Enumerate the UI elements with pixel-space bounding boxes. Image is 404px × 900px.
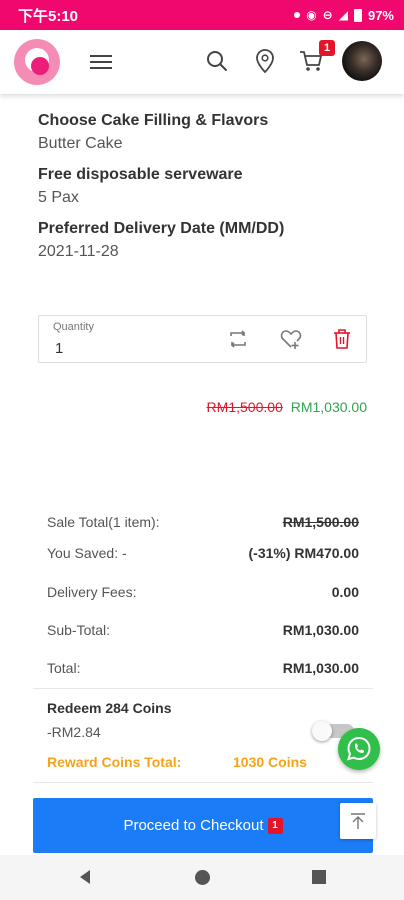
eye-icon: ◉ xyxy=(306,8,317,22)
total-label: Total: xyxy=(47,660,81,676)
refresh-icon[interactable] xyxy=(227,328,249,350)
hamburger-menu-icon[interactable] xyxy=(90,51,112,73)
sale-total-value: RM1,500.00 xyxy=(282,514,359,530)
status-time: 下午5:10 xyxy=(18,7,79,25)
reward-coins-value: 1030 Coins xyxy=(233,754,307,770)
total-value: RM1,030.00 xyxy=(282,660,359,676)
redeem-coins-amount: -RM2.84 xyxy=(47,724,101,740)
delivery-fees-value: 0.00 xyxy=(331,584,359,600)
serveware-value: 5 Pax xyxy=(38,189,79,206)
user-avatar[interactable] xyxy=(342,41,382,81)
app-header: 1 xyxy=(0,30,404,94)
battery-icon xyxy=(353,8,362,22)
status-icons: ◉ ⊖ ◢ 97% xyxy=(294,8,394,23)
quantity-field[interactable]: Quantity 1 xyxy=(38,315,367,363)
add-to-wishlist-icon[interactable] xyxy=(280,328,302,350)
quantity-label: Quantity xyxy=(53,321,94,333)
sale-total-label: Sale Total(1 item): xyxy=(47,514,160,530)
cart-count-badge: 1 xyxy=(319,40,335,56)
checkout-count-badge: 1 xyxy=(267,817,283,834)
serveware-title: Free disposable serveware xyxy=(38,166,243,183)
status-bar: 下午5:10 ◉ ⊖ ◢ 97% xyxy=(0,0,404,30)
reward-coins-label: Reward Coins Total: xyxy=(47,754,182,770)
summary-divider xyxy=(33,688,373,689)
filling-title: Choose Cake Filling & Flavors xyxy=(38,112,269,129)
price-row: RM1,500.00 RM1,030.00 xyxy=(207,399,367,415)
recent-apps-icon[interactable] xyxy=(312,870,326,884)
toggle-knob xyxy=(312,721,332,741)
you-saved-label: You Saved: - xyxy=(47,545,127,561)
delivery-date-title: Preferred Delivery Date (MM/DD) xyxy=(38,220,285,237)
battery-percent: 97% xyxy=(367,7,394,23)
filling-value: Butter Cake xyxy=(38,135,123,152)
redeem-coins-title: Redeem 284 Coins xyxy=(47,700,172,716)
location-pin-icon[interactable] xyxy=(254,48,276,74)
checkout-label: Proceed to Checkout xyxy=(123,817,264,834)
system-nav-bar xyxy=(0,855,404,900)
home-icon[interactable] xyxy=(195,870,210,885)
proceed-to-checkout-button[interactable]: Proceed to Checkout 1 xyxy=(33,798,373,853)
quantity-value[interactable]: 1 xyxy=(55,340,63,357)
subtotal-value: RM1,030.00 xyxy=(282,622,359,638)
delivery-fees-label: Delivery Fees: xyxy=(47,584,137,600)
you-saved-value: (-31%) RM470.00 xyxy=(248,545,360,561)
original-price: RM1,500.00 xyxy=(206,399,283,415)
signal-icon: ◢ xyxy=(338,8,348,22)
back-icon[interactable] xyxy=(77,869,93,885)
scroll-to-top-icon[interactable] xyxy=(340,803,376,839)
delete-icon[interactable] xyxy=(331,328,353,350)
redeem-divider xyxy=(33,782,373,783)
whatsapp-icon[interactable] xyxy=(338,728,380,770)
subtotal-label: Sub-Total: xyxy=(47,622,111,638)
sale-price: RM1,030.00 xyxy=(290,399,367,415)
search-icon[interactable] xyxy=(205,49,229,73)
do-not-disturb-icon: ⊖ xyxy=(322,8,333,22)
brand-logo[interactable] xyxy=(14,39,60,85)
notification-dot-icon xyxy=(294,12,301,18)
delivery-date-value: 2021-11-28 xyxy=(38,243,119,260)
